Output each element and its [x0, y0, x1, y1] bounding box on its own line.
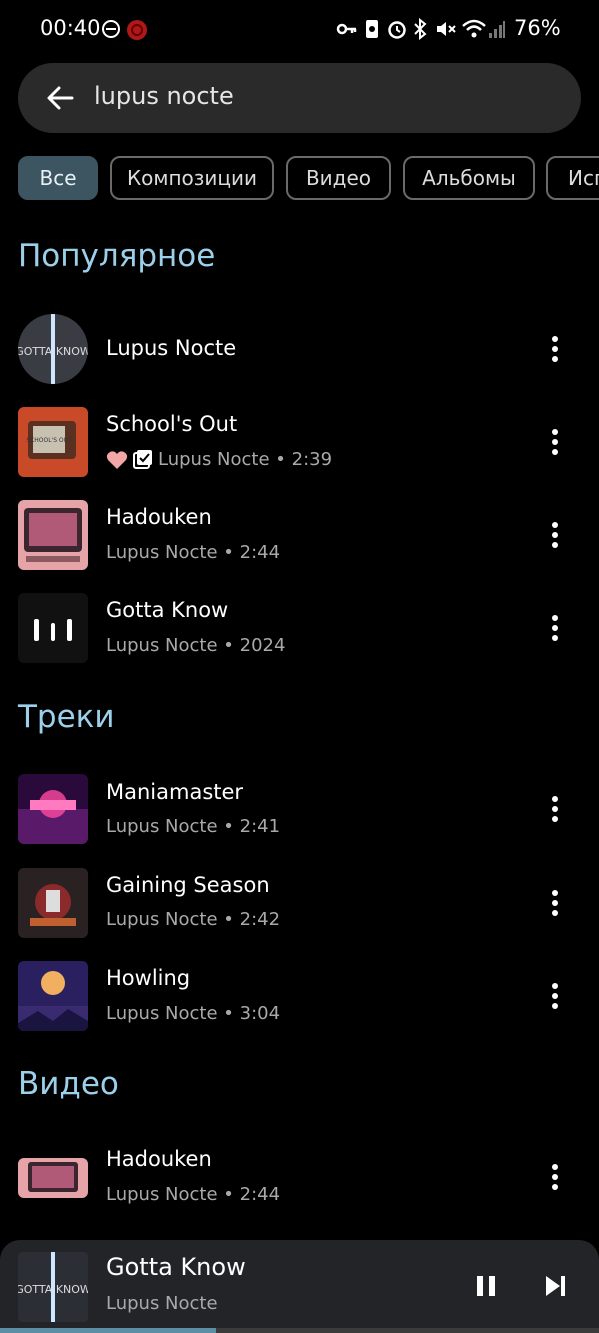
section-popular-heading: Популярное — [18, 238, 216, 274]
chip-artists[interactable]: Исп — [546, 156, 599, 200]
list-item-subtitle: Lupus Nocte • 2:44 — [106, 1184, 281, 1205]
dnd-icon — [102, 20, 120, 38]
svg-text:GOTTA KNOW: GOTTA KNOW — [18, 345, 88, 358]
library-check-icon — [133, 450, 152, 469]
wifi-icon — [462, 19, 486, 38]
track-cover — [18, 961, 88, 1031]
chip-albums[interactable]: Альбомы — [403, 156, 535, 200]
more-options-icon[interactable] — [545, 427, 565, 457]
search-input[interactable]: lupus nocte — [94, 82, 234, 110]
list-item-title[interactable]: Lupus Nocte — [106, 336, 236, 360]
video-thumbnail — [18, 1158, 88, 1198]
track-cover — [18, 774, 88, 844]
more-options-icon[interactable] — [545, 888, 565, 918]
svg-text:SCHOOL'S OUT: SCHOOL'S OUT — [26, 437, 72, 444]
list-item-title[interactable]: Hadouken — [106, 505, 212, 529]
list-item-subtitle: Lupus Nocte • 2024 — [106, 635, 286, 656]
chip-all[interactable]: Все — [18, 156, 98, 200]
more-options-icon[interactable] — [545, 520, 565, 550]
track-cover — [18, 868, 88, 938]
skip-next-icon[interactable] — [543, 1274, 567, 1298]
track-cover: SCHOOL'S OUT — [18, 407, 88, 477]
vpn-key-icon — [336, 23, 357, 35]
list-item-subtitle: Lupus Nocte • 3:04 — [106, 1003, 281, 1024]
list-item-subtitle: Lupus Nocte • 2:44 — [106, 542, 281, 563]
list-item-title[interactable]: Maniamaster — [106, 780, 243, 804]
rose-app-icon — [127, 20, 147, 40]
list-item-title[interactable]: Howling — [106, 966, 190, 990]
list-item-subtitle: Lupus Nocte • 2:41 — [106, 816, 281, 837]
battery-level: 76% — [514, 16, 561, 40]
artist-avatar: GOTTA KNOW — [18, 314, 88, 384]
list-item-subtitle: Lupus Nocte • 2:39 — [158, 449, 333, 470]
bluetooth-icon — [414, 18, 427, 40]
more-options-icon[interactable] — [545, 613, 565, 643]
alarm-icon — [388, 21, 406, 39]
signal-icon — [489, 21, 505, 38]
list-item-title[interactable]: Gaining Season — [106, 873, 270, 897]
back-arrow-icon[interactable] — [44, 82, 76, 114]
liked-heart-icon — [106, 451, 128, 469]
pause-icon[interactable] — [474, 1274, 498, 1298]
status-bar: 00:40 76% — [0, 0, 599, 60]
svg-text:GOTTA KNOW: GOTTA KNOW — [18, 1283, 88, 1296]
more-options-icon[interactable] — [545, 334, 565, 364]
now-playing-cover: GOTTA KNOW — [18, 1252, 88, 1322]
list-item-subtitle: Lupus Nocte • 2:42 — [106, 909, 281, 930]
status-time: 00:40 — [40, 16, 101, 40]
playback-progress-fill — [0, 1328, 216, 1333]
more-options-icon[interactable] — [545, 1162, 565, 1192]
section-tracks-heading: Треки — [18, 699, 115, 735]
more-options-icon[interactable] — [545, 981, 565, 1011]
mini-player[interactable] — [0, 1240, 599, 1333]
chip-videos[interactable]: Видео — [286, 156, 391, 200]
now-playing-artist: Lupus Nocte — [106, 1293, 218, 1314]
mute-icon — [437, 22, 456, 36]
chip-songs[interactable]: Композиции — [110, 156, 274, 200]
album-cover — [18, 593, 88, 663]
shield-icon — [366, 20, 378, 38]
list-item-title[interactable]: Hadouken — [106, 1147, 212, 1171]
list-item-title[interactable]: School's Out — [106, 412, 237, 436]
track-cover — [18, 500, 88, 570]
now-playing-title[interactable]: Gotta Know — [106, 1253, 246, 1281]
section-video-heading: Видео — [18, 1066, 119, 1102]
more-options-icon[interactable] — [545, 794, 565, 824]
list-item-title[interactable]: Gotta Know — [106, 598, 228, 622]
